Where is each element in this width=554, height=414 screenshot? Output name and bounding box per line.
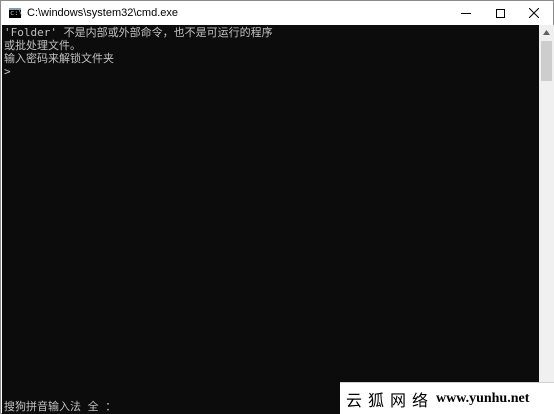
console-line: 或批处理文件。 <box>4 39 81 52</box>
console-prompt[interactable]: > <box>4 65 11 78</box>
chevron-up-icon <box>543 30 550 35</box>
maximize-button[interactable] <box>483 1 517 25</box>
window-title: C:\windows\system32\cmd.exe <box>27 7 178 19</box>
close-icon <box>529 8 539 18</box>
watermark-brand: 云狐网络 <box>346 390 435 410</box>
console-line: 'Folder' 不是内部或外部命令，也不是可运行的程序 <box>4 26 273 39</box>
scroll-thumb[interactable] <box>541 41 552 81</box>
ime-status-bar: 搜狗拼音输入法 全 ： <box>4 400 117 413</box>
close-button[interactable] <box>517 1 551 25</box>
maximize-icon <box>495 8 505 18</box>
vertical-scrollbar[interactable] <box>539 25 554 414</box>
scroll-up-button[interactable] <box>539 25 554 40</box>
watermark-url: www.yunhu.net <box>436 390 530 406</box>
cmd-window: c:\ C:\windows\system32\cmd.exe 'Folder'… <box>0 0 554 414</box>
minimize-icon <box>461 12 471 14</box>
console-line: 输入密码来解锁文件夹 <box>4 52 114 65</box>
minimize-button[interactable] <box>449 1 483 25</box>
watermark: 云狐网络 www.yunhu.net <box>340 382 554 414</box>
cmd-icon[interactable]: c:\ <box>9 8 23 18</box>
title-bar[interactable]: c:\ C:\windows\system32\cmd.exe <box>1 1 553 25</box>
console-output[interactable]: 'Folder' 不是内部或外部命令，也不是可运行的程序 或批处理文件。 输入密… <box>2 25 539 414</box>
